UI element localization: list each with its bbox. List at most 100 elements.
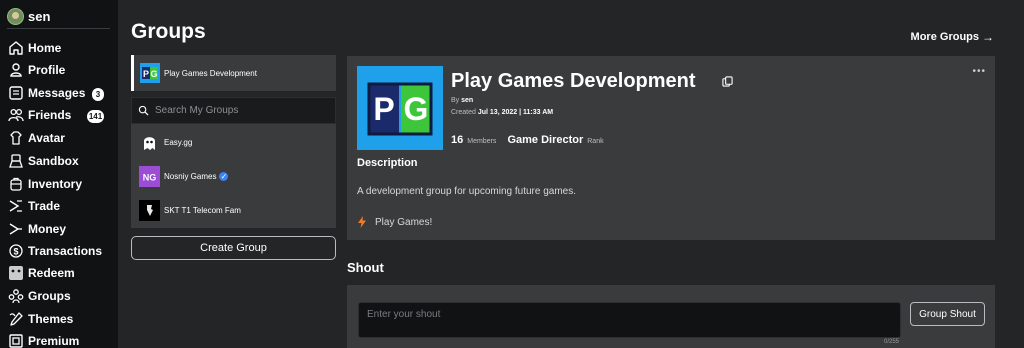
sidebar-item-label: Avatar xyxy=(28,131,65,145)
sidebar-item-label: Sandbox xyxy=(28,154,79,168)
sidebar-item-label: Themes xyxy=(28,312,74,326)
owner-link[interactable]: sen xyxy=(461,97,473,104)
search-input[interactable] xyxy=(155,105,325,116)
rank-label: Rank xyxy=(587,138,604,145)
copy-icon[interactable] xyxy=(722,76,733,87)
sidebar-item-label: Inventory xyxy=(28,177,83,191)
arrow-right-icon: → xyxy=(982,30,994,44)
svg-text:$: $ xyxy=(13,247,18,257)
groups-icon xyxy=(8,289,24,304)
shout-input[interactable] xyxy=(358,302,901,338)
group-logo-pg: P G xyxy=(140,63,160,83)
sidebar-item-label: Redeem xyxy=(28,266,75,280)
group-created: Created Jul 13, 2022 | 11:33 AM xyxy=(451,109,553,116)
sidebar-item-premium[interactable]: Premium xyxy=(8,332,79,348)
sidebar-item-sandbox[interactable]: Sandbox xyxy=(8,152,79,170)
my-groups-panel: P G Play Games Development Easy.gg NG No… xyxy=(131,55,336,228)
group-logo-large: P G xyxy=(357,66,443,150)
svg-text:NG: NG xyxy=(143,172,157,182)
redeem-icon xyxy=(9,266,23,280)
messages-badge: 3 xyxy=(92,88,104,101)
group-description: A development group for upcoming future … xyxy=(357,186,577,197)
transactions-icon: $ xyxy=(9,244,23,258)
lightning-icon xyxy=(358,216,366,228)
group-title: Play Games Development xyxy=(451,70,696,92)
trade-icon xyxy=(9,200,22,212)
svg-text:G: G xyxy=(150,69,157,79)
group-item-easy-gg[interactable]: Easy.gg xyxy=(139,131,192,153)
selected-group-name: Play Games Development xyxy=(164,68,257,78)
sidebar-item-label: Premium xyxy=(28,334,80,348)
selected-group-item[interactable]: P G Play Games Development xyxy=(131,55,336,91)
messages-icon xyxy=(9,86,23,100)
create-group-button[interactable]: Create Group xyxy=(131,236,336,260)
verified-badge-icon: ✓ xyxy=(219,171,229,181)
sidebar-item-avatar[interactable]: Avatar xyxy=(8,129,65,147)
ghost-icon xyxy=(139,131,160,153)
group-name: Nosniy Games xyxy=(164,171,217,181)
more-options-icon[interactable]: ••• xyxy=(972,66,986,77)
profile-icon xyxy=(10,63,22,77)
group-stats: 16 Members Game Director Rank xyxy=(451,134,604,146)
group-item-skt-t1[interactable]: SKT T1 Telecom Fam xyxy=(139,199,241,221)
premium-icon xyxy=(9,334,23,348)
sidebar-item-label: Home xyxy=(28,41,62,55)
sidebar: sen Home Profile Messages 3 Friends 141 … xyxy=(0,0,118,348)
sidebar-item-themes[interactable]: Themes xyxy=(8,310,73,328)
svg-text:P: P xyxy=(373,91,394,127)
sidebar-item-label: Groups xyxy=(28,289,71,303)
play-games-label: Play Games! xyxy=(375,216,433,228)
sidebar-item-label: Messages xyxy=(28,86,86,100)
sidebar-item-trade[interactable]: Trade xyxy=(8,197,60,215)
sidebar-item-label: Profile xyxy=(28,63,66,77)
avatar-icon xyxy=(10,131,22,145)
friends-icon xyxy=(8,108,24,122)
group-name: SKT T1 Telecom Fam xyxy=(164,205,241,215)
group-name: Easy.gg xyxy=(164,137,193,147)
sidebar-item-label: Transactions xyxy=(28,244,103,258)
shout-heading: Shout xyxy=(347,260,384,275)
avatar xyxy=(7,7,24,25)
inventory-icon xyxy=(10,177,22,191)
group-info-card: P G Play Games Development ••• By sen Cr… xyxy=(347,56,995,240)
sidebar-item-label: Trade xyxy=(28,199,61,213)
svg-text:P: P xyxy=(143,69,149,79)
money-icon xyxy=(9,223,22,235)
group-logo-ng: NG xyxy=(139,165,160,187)
sidebar-item-inventory[interactable]: Inventory xyxy=(8,175,82,193)
sidebar-item-transactions[interactable]: $ Transactions xyxy=(8,242,102,260)
search-icon xyxy=(138,105,149,116)
divider xyxy=(7,28,110,29)
svg-text:G: G xyxy=(404,91,429,127)
more-groups-link[interactable]: More Groups → xyxy=(911,30,994,44)
description-heading: Description xyxy=(357,157,418,169)
sidebar-item-friends[interactable]: Friends xyxy=(8,106,71,124)
group-shout-button[interactable]: Group Shout xyxy=(910,302,985,326)
member-count: 16 xyxy=(451,134,464,146)
sandbox-icon xyxy=(9,154,23,168)
user-profile-link[interactable]: sen xyxy=(7,6,50,26)
themes-icon xyxy=(9,312,23,326)
sidebar-item-label: Money xyxy=(28,222,67,236)
username: sen xyxy=(28,8,51,24)
group-search xyxy=(131,97,336,124)
sidebar-item-groups[interactable]: Groups xyxy=(8,287,71,305)
shout-char-counter: 0/255 xyxy=(884,339,900,345)
sidebar-item-redeem[interactable]: Redeem xyxy=(8,264,75,282)
home-icon xyxy=(9,41,23,55)
play-games-link[interactable]: Play Games! xyxy=(357,216,432,228)
sidebar-item-money[interactable]: Money xyxy=(8,220,66,238)
created-date: Jul 13, 2022 | 11:33 AM xyxy=(477,109,554,116)
user-rank: Game Director xyxy=(507,134,584,146)
sidebar-item-home[interactable]: Home xyxy=(8,39,61,57)
friends-badge: 141 xyxy=(87,110,104,123)
members-label: Members xyxy=(467,138,497,145)
group-owner: By sen xyxy=(451,97,473,104)
more-groups-label: More Groups xyxy=(910,31,979,43)
created-label: Created xyxy=(451,109,476,116)
sidebar-item-messages[interactable]: Messages xyxy=(8,84,85,102)
group-item-nosniy-games[interactable]: NG Nosniy Games ✓ xyxy=(139,165,229,187)
page-title: Groups xyxy=(131,20,206,43)
group-logo-skt xyxy=(139,199,160,221)
sidebar-item-profile[interactable]: Profile xyxy=(8,61,65,79)
